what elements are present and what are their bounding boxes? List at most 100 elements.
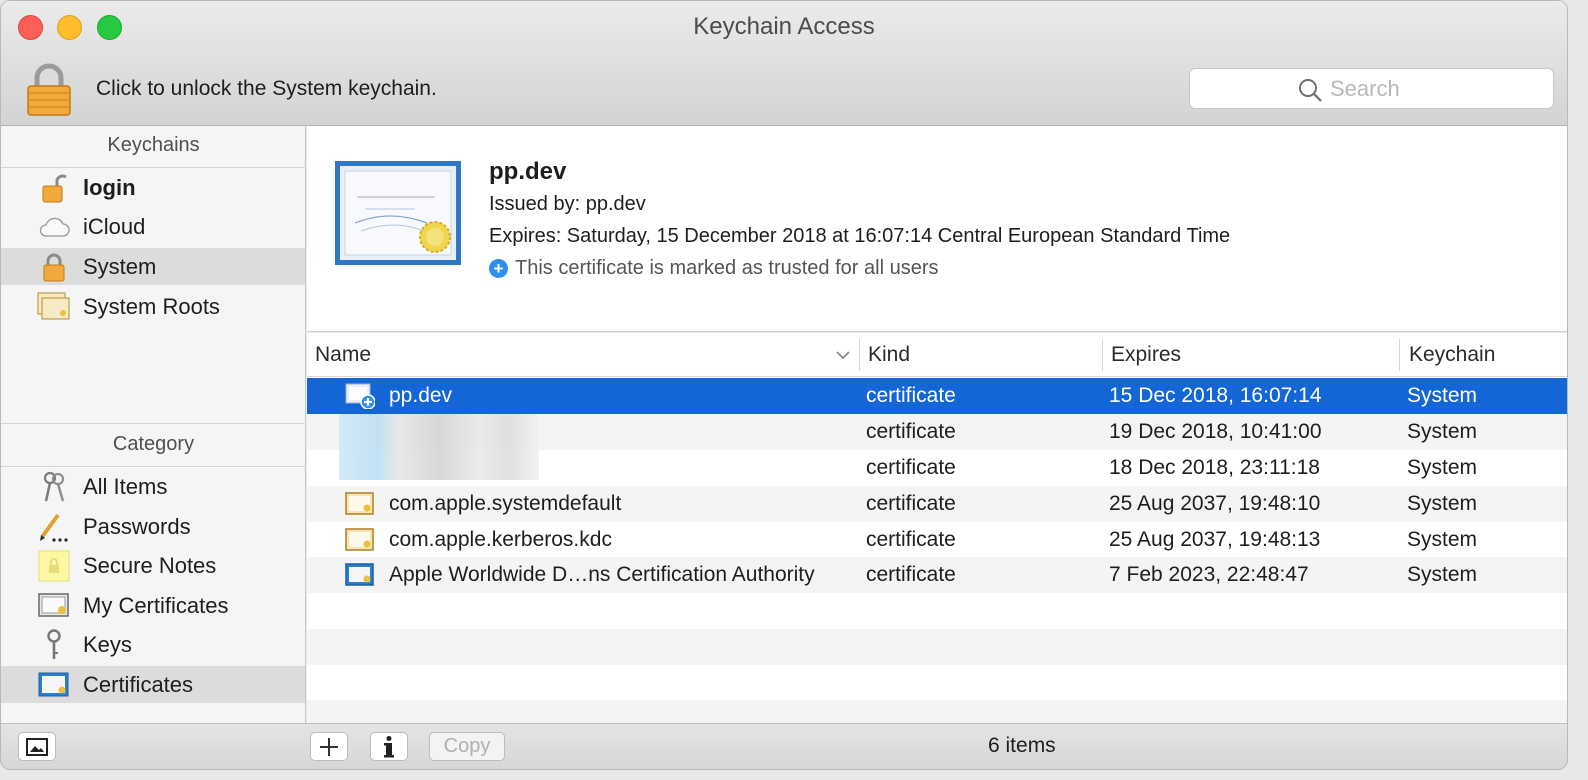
row-expires: 7 Feb 2023, 22:48:47 — [1109, 563, 1309, 586]
empty-row — [307, 629, 1567, 665]
window-title: Keychain Access — [693, 13, 875, 40]
row-kind: certificate — [866, 528, 956, 551]
lock-icon[interactable] — [25, 61, 73, 117]
divider — [1, 466, 306, 467]
sidebar-item-label: Certificates — [83, 671, 194, 697]
divider — [1, 167, 306, 168]
table-row[interactable]: certificate 19 Dec 2018, 10:41:00 System — [307, 414, 1567, 450]
item-count: 6 items — [988, 734, 1056, 757]
pencil-icon — [37, 511, 71, 543]
row-keychain: System — [1407, 492, 1478, 515]
table-row[interactable]: pp.dev certificate 15 Dec 2018, 16:07:14… — [307, 378, 1567, 414]
row-kind: certificate — [866, 384, 956, 407]
sidebar-item-all-items[interactable]: All Items — [1, 468, 305, 505]
bottom-bar: Copy 6 items — [1, 723, 1567, 769]
certificate-icon — [345, 528, 374, 551]
certificate-expiry: Expires: Saturday, 15 December 2018 at 1… — [489, 225, 1231, 247]
row-expires: 25 Aug 2037, 19:48:10 — [1109, 492, 1321, 515]
sidebar-item-my-certificates[interactable]: My Certificates — [1, 587, 305, 624]
sidebar-item-label: login — [83, 174, 136, 200]
root-certificate-icon — [345, 563, 374, 586]
unlock-prompt[interactable]: Click to unlock the System keychain. — [96, 77, 437, 101]
category-header: Category — [112, 433, 195, 455]
search-field[interactable] — [1189, 68, 1554, 109]
sidebar-item-system[interactable]: System — [1, 248, 305, 285]
row-keychain: System — [1407, 528, 1478, 551]
sidebar-item-certificates[interactable]: Certificates — [1, 666, 305, 703]
trust-status-text: This certificate is marked as trusted fo… — [515, 257, 939, 279]
empty-row — [307, 593, 1567, 629]
sidebar-toggle-icon — [26, 737, 48, 756]
sidebar-item-label: Keys — [83, 631, 132, 657]
row-kind: certificate — [866, 420, 956, 443]
keychain-access-window: Keychain Access Click to unlock the Syst… — [0, 0, 1568, 770]
info-icon — [384, 735, 394, 757]
row-name: pp.dev — [389, 384, 453, 407]
trusted-certificate-icon — [345, 383, 375, 409]
column-header-kind[interactable]: Kind — [860, 333, 1102, 377]
note-icon — [37, 550, 71, 582]
redacted-name — [339, 450, 539, 480]
sidebar-item-keys[interactable]: Keys — [1, 626, 305, 663]
get-info-button[interactable] — [370, 732, 408, 761]
sidebar: Keychains login iCloud System System Roo… — [1, 126, 306, 723]
add-item-button[interactable] — [310, 732, 348, 761]
keychains-header: Keychains — [107, 134, 200, 156]
search-input[interactable] — [1330, 75, 1540, 103]
unlocked-padlock-icon — [37, 172, 71, 204]
plus-icon — [320, 737, 338, 756]
items-table: Name Kind Expires Keychain pp.dev certif… — [307, 333, 1567, 723]
table-header: Name Kind Expires Keychain — [307, 333, 1567, 377]
key-icon — [37, 628, 71, 661]
sidebar-item-label: My Certificates — [83, 592, 229, 618]
title-bar: Keychain Access Click to unlock the Syst… — [1, 1, 1567, 126]
sidebar-item-login[interactable]: login — [1, 169, 305, 206]
certificate-issuer: Issued by: pp.dev — [489, 193, 646, 215]
cloud-icon — [37, 211, 71, 243]
my-certificate-icon — [37, 590, 71, 622]
sort-descending-icon — [836, 351, 850, 360]
row-kind: certificate — [866, 492, 956, 515]
table-row[interactable]: certificate 18 Dec 2018, 23:11:18 System — [307, 450, 1567, 486]
keys-icon — [37, 471, 71, 503]
row-expires: 15 Dec 2018, 16:07:14 — [1109, 384, 1322, 407]
certificate-icon — [345, 492, 374, 515]
sidebar-item-secure-notes[interactable]: Secure Notes — [1, 547, 305, 584]
row-name: com.apple.systemdefault — [389, 492, 622, 515]
sidebar-item-label: All Items — [83, 473, 168, 499]
empty-row — [307, 700, 1567, 723]
column-divider[interactable] — [1399, 339, 1400, 371]
copy-button[interactable]: Copy — [429, 732, 505, 761]
row-keychain: System — [1407, 420, 1478, 443]
sidebar-item-passwords[interactable]: Passwords — [1, 508, 305, 545]
sidebar-item-label: System Roots — [83, 293, 220, 319]
certificate-icon — [37, 669, 71, 701]
certificate-standard-icon — [335, 161, 461, 265]
row-keychain: System — [1407, 384, 1478, 407]
column-header-keychain[interactable]: Keychain — [1401, 333, 1567, 377]
trust-status: + This certificate is marked as trusted … — [489, 257, 938, 280]
certificate-detail-panel: pp.dev Issued by: pp.dev Expires: Saturd… — [307, 126, 1567, 332]
toggle-sidebar-button[interactable] — [18, 732, 56, 761]
column-header-name[interactable]: Name — [307, 333, 859, 377]
redacted-name — [339, 414, 539, 450]
sidebar-item-icloud[interactable]: iCloud — [1, 208, 305, 245]
row-expires: 19 Dec 2018, 10:41:00 — [1109, 420, 1322, 443]
sidebar-item-label: System — [83, 253, 157, 279]
divider — [1, 423, 306, 424]
row-name: com.apple.kerberos.kdc — [389, 528, 612, 551]
table-row[interactable]: com.apple.systemdefault certificate 25 A… — [307, 486, 1567, 522]
table-row[interactable]: Apple Worldwide D…ns Certification Autho… — [307, 557, 1567, 593]
sidebar-item-system-roots[interactable]: System Roots — [1, 288, 305, 325]
row-kind: certificate — [866, 563, 956, 586]
column-header-expires[interactable]: Expires — [1103, 333, 1399, 377]
search-icon — [1299, 79, 1322, 102]
plus-circle-icon: + — [489, 259, 508, 278]
sidebar-item-label: iCloud — [83, 213, 146, 239]
row-kind: certificate — [866, 456, 956, 479]
table-row[interactable]: com.apple.kerberos.kdc certificate 25 Au… — [307, 522, 1567, 558]
certificate-name: pp.dev — [489, 158, 567, 185]
certificates-stack-icon — [37, 291, 71, 323]
row-keychain: System — [1407, 563, 1478, 586]
row-name: Apple Worldwide D…ns Certification Autho… — [389, 563, 815, 586]
